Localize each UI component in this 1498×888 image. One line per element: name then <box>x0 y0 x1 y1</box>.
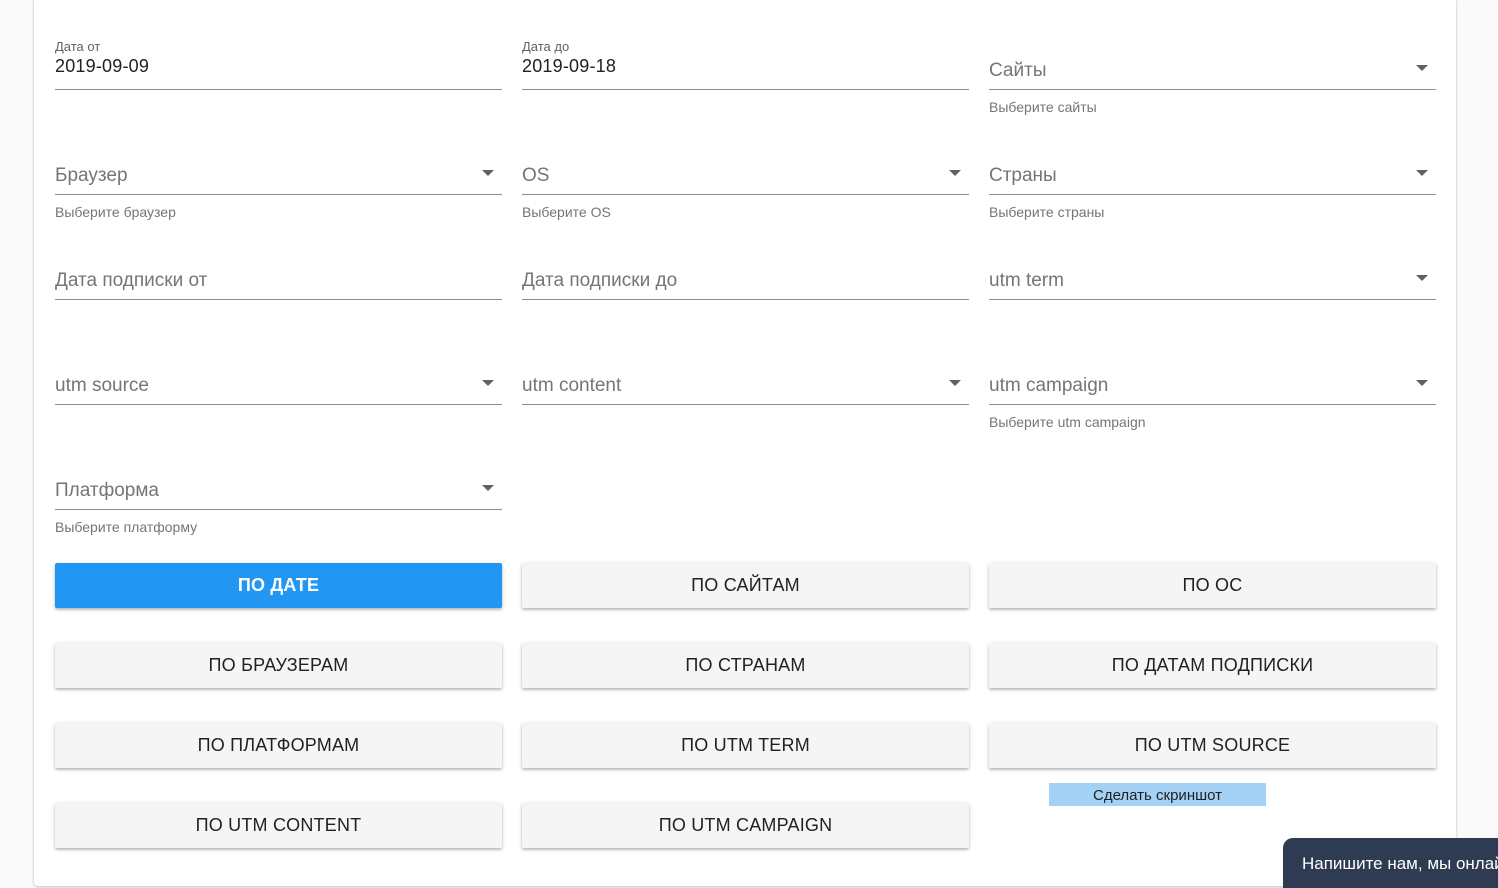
sites-select[interactable]: Сайты <box>989 32 1436 90</box>
by-browsers-button[interactable]: ПО БРАУЗЕРАМ <box>55 643 502 688</box>
sub-date-from-placeholder: Дата подписки от <box>55 270 208 291</box>
date-to-label: Дата до <box>522 39 570 54</box>
countries-placeholder: Страны <box>989 165 1057 186</box>
os-dropdown-icon[interactable] <box>949 170 961 176</box>
date-from-field[interactable]: Дата от 2019-09-09 <box>55 32 502 90</box>
os-underline <box>522 194 969 195</box>
by-utm-source-button[interactable]: ПО UTM SOURCE <box>989 723 1436 768</box>
take-screenshot-button[interactable]: Сделать скриншот <box>1049 783 1266 806</box>
by-utm-term-button[interactable]: ПО UTM TERM <box>522 723 969 768</box>
date-from-value[interactable]: 2019-09-09 <box>55 56 149 77</box>
sub-date-to-placeholder: Дата подписки до <box>522 270 678 291</box>
sub-date-from-field[interactable]: Дата подписки от <box>55 242 502 300</box>
utm-source-placeholder: utm source <box>55 375 149 396</box>
date-to-value[interactable]: 2019-09-18 <box>522 56 616 77</box>
date-to-field[interactable]: Дата до 2019-09-18 <box>522 32 969 90</box>
utm-campaign-underline <box>989 404 1436 405</box>
utm-content-underline <box>522 404 969 405</box>
platform-dropdown-icon[interactable] <box>482 485 494 491</box>
utm-term-select[interactable]: utm term <box>989 242 1436 300</box>
utm-term-placeholder: utm term <box>989 270 1064 291</box>
utm-source-dropdown-icon[interactable] <box>482 380 494 386</box>
platform-placeholder: Платформа <box>55 480 159 501</box>
utm-content-placeholder: utm content <box>522 375 622 396</box>
by-os-button[interactable]: ПО ОС <box>989 563 1436 608</box>
date-from-label: Дата от <box>55 39 101 54</box>
browser-placeholder: Браузер <box>55 165 128 186</box>
utm-term-dropdown-icon[interactable] <box>1416 275 1428 281</box>
date-from-underline <box>55 89 502 90</box>
browser-hint: Выберите браузер <box>55 204 176 220</box>
sites-underline <box>989 89 1436 90</box>
os-hint: Выберите OS <box>522 204 611 220</box>
by-sub-dates-button[interactable]: ПО ДАТАМ ПОДПИСКИ <box>989 643 1436 688</box>
utm-campaign-select[interactable]: utm campaign <box>989 347 1436 405</box>
platform-underline <box>55 509 502 510</box>
countries-underline <box>989 194 1436 195</box>
by-countries-button[interactable]: ПО СТРАНАМ <box>522 643 969 688</box>
sites-dropdown-icon[interactable] <box>1416 65 1428 71</box>
platform-select[interactable]: Платформа <box>55 452 502 510</box>
platform-hint: Выберите платформу <box>55 519 198 535</box>
by-sites-button[interactable]: ПО САЙТАМ <box>522 563 969 608</box>
browser-select[interactable]: Браузер <box>55 137 502 195</box>
sub-date-from-underline <box>55 299 502 300</box>
browser-underline <box>55 194 502 195</box>
browser-dropdown-icon[interactable] <box>482 170 494 176</box>
date-to-underline <box>522 89 969 90</box>
utm-source-underline <box>55 404 502 405</box>
utm-campaign-placeholder: utm campaign <box>989 375 1109 396</box>
countries-hint: Выберите страны <box>989 204 1105 220</box>
utm-content-dropdown-icon[interactable] <box>949 380 961 386</box>
sites-placeholder: Сайты <box>989 60 1047 81</box>
sub-date-to-underline <box>522 299 969 300</box>
by-date-button[interactable]: ПО ДАТЕ <box>55 563 502 608</box>
utm-source-select[interactable]: utm source <box>55 347 502 405</box>
utm-campaign-dropdown-icon[interactable] <box>1416 380 1428 386</box>
by-utm-content-button[interactable]: ПО UTM CONTENT <box>55 803 502 848</box>
utm-term-underline <box>989 299 1436 300</box>
sub-date-to-field[interactable]: Дата подписки до <box>522 242 969 300</box>
by-utm-campaign-button[interactable]: ПО UTM CAMPAIGN <box>522 803 969 848</box>
os-placeholder: OS <box>522 165 550 186</box>
utm-campaign-hint: Выберите utm campaign <box>989 414 1146 430</box>
utm-content-select[interactable]: utm content <box>522 347 969 405</box>
os-select[interactable]: OS <box>522 137 969 195</box>
countries-select[interactable]: Страны <box>989 137 1436 195</box>
countries-dropdown-icon[interactable] <box>1416 170 1428 176</box>
chat-widget-button[interactable]: Напишите нам, мы онлайн! <box>1283 838 1498 888</box>
by-platforms-button[interactable]: ПО ПЛАТФОРМАМ <box>55 723 502 768</box>
sites-hint: Выберите сайты <box>989 99 1097 115</box>
